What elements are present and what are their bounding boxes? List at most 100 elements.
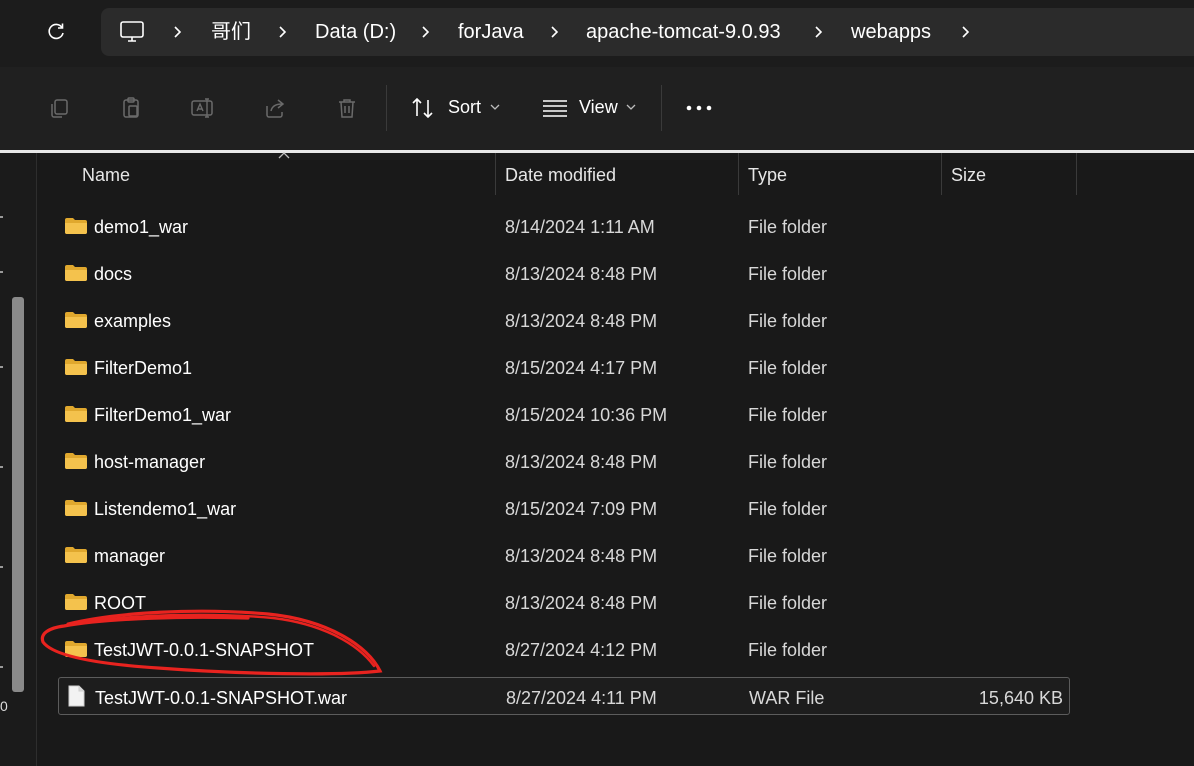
- refresh-button[interactable]: [38, 14, 74, 50]
- file-date-modified: 8/27/2024 4:12 PM: [505, 640, 658, 660]
- file-name: FilterDemo1: [94, 358, 193, 378]
- file-date-modified: 8/13/2024 8:48 PM: [505, 311, 658, 331]
- nav-tick: [0, 466, 3, 468]
- nav-tick: [0, 271, 3, 273]
- copy-button[interactable]: [44, 93, 74, 123]
- chevron-down-icon: [626, 104, 636, 110]
- folder-icon: [64, 310, 88, 330]
- column-divider[interactable]: [1076, 153, 1077, 195]
- folder-row[interactable]: ROOT 8/13/2024 8:48 PM File folder: [58, 583, 1070, 621]
- file-date-modified: 8/13/2024 8:48 PM: [505, 264, 658, 284]
- file-type: File folder: [748, 593, 828, 613]
- view-label: View: [579, 97, 618, 117]
- address-bar[interactable]: 哥们 Data (D:) forJava apache-tomcat-9.0.9…: [101, 8, 1194, 56]
- column-size-label: Size: [951, 165, 987, 185]
- paste-button[interactable]: [116, 93, 146, 123]
- file-name: TestJWT-0.0.1-SNAPSHOT: [94, 640, 315, 660]
- breadcrumb-item-webapps[interactable]: webapps: [851, 8, 931, 56]
- breadcrumb-item-forjava[interactable]: forJava: [458, 8, 524, 56]
- address-row: 哥们 Data (D:) forJava apache-tomcat-9.0.9…: [0, 0, 1194, 67]
- share-icon: [266, 99, 285, 118]
- column-header-size[interactable]: Size: [942, 153, 1076, 195]
- folder-icon: [64, 357, 88, 377]
- file-type: File folder: [748, 452, 828, 472]
- file-type: File folder: [748, 311, 828, 331]
- folder-row[interactable]: FilterDemo1_war 8/15/2024 10:36 PM File fo…: [58, 395, 1070, 433]
- toolbar-separator: [386, 85, 387, 131]
- navigation-pane[interactable]: [0, 153, 37, 766]
- breadcrumb-item-user[interactable]: 哥们: [211, 8, 251, 56]
- column-date-label: Date modified: [505, 165, 617, 185]
- folder-icon: [64, 263, 88, 283]
- file-icon: [67, 685, 91, 707]
- file-type: File folder: [748, 217, 828, 237]
- folder-row[interactable]: Listendemo1_war 8/15/2024 7:09 PM File fol…: [58, 489, 1070, 527]
- folder-row[interactable]: host-manager 8/13/2024 8:48 PM File folder: [58, 442, 1070, 480]
- file-type: File folder: [748, 264, 828, 284]
- breadcrumb-item-drive[interactable]: Data (D:): [315, 8, 396, 56]
- folder-row[interactable]: TestJWT-0.0.1-SNAPSHOT 8/27/2024 4:12 PM F…: [58, 630, 1070, 668]
- rename-button[interactable]: [188, 93, 218, 123]
- copy-icon: [51, 99, 68, 118]
- share-button[interactable]: [260, 93, 290, 123]
- command-bar: Sort View: [0, 67, 1194, 151]
- column-header-date[interactable]: Date modified: [496, 153, 738, 195]
- paste-icon: [123, 97, 139, 118]
- file-name: FilterDemo1_war: [94, 405, 232, 425]
- folder-row[interactable]: demo1_war 8/14/2024 1:11 AM File folder: [58, 207, 1070, 245]
- file-date-modified: 8/13/2024 8:48 PM: [505, 593, 658, 613]
- folder-row[interactable]: examples 8/13/2024 8:48 PM File folder: [58, 301, 1070, 339]
- delete-button[interactable]: [332, 93, 362, 123]
- file-name: ROOT: [94, 593, 146, 613]
- column-name-label: Name: [82, 165, 131, 185]
- refresh-icon: [48, 23, 64, 40]
- file-date-modified: 8/13/2024 8:48 PM: [505, 452, 658, 472]
- folder-row[interactable]: FilterDemo1 8/15/2024 4:17 PM File folder: [58, 348, 1070, 386]
- this-pc-icon[interactable]: [119, 20, 145, 44]
- more-options-button[interactable]: [684, 93, 714, 123]
- chevron-right-icon[interactable]: [548, 25, 562, 39]
- column-header-type[interactable]: Type: [739, 153, 941, 195]
- toolbar-separator: [661, 85, 662, 131]
- chevron-right-icon[interactable]: [171, 25, 185, 39]
- file-date-modified: 8/13/2024 8:48 PM: [505, 546, 658, 566]
- chevron-right-icon[interactable]: [419, 25, 433, 39]
- column-type-label: Type: [748, 165, 788, 185]
- file-type: File folder: [748, 640, 828, 660]
- nav-scrollbar-thumb[interactable]: [12, 297, 24, 692]
- column-header-name[interactable]: Name: [40, 153, 494, 195]
- chevron-right-icon[interactable]: [276, 25, 290, 39]
- sort-button[interactable]: Sort: [404, 85, 506, 131]
- file-name: Listendemo1_war: [94, 499, 237, 519]
- file-name: docs: [94, 264, 133, 284]
- breadcrumb-item-tomcat[interactable]: apache-tomcat-9.0.93: [586, 8, 781, 56]
- chevron-down-icon: [490, 104, 500, 110]
- file-name: examples: [94, 311, 172, 331]
- view-button[interactable]: View: [536, 85, 646, 131]
- more-icon: [686, 105, 712, 111]
- file-type: File folder: [748, 546, 828, 566]
- nav-tick: [0, 366, 3, 368]
- sort-label: Sort: [448, 97, 482, 117]
- folder-icon: [64, 639, 88, 659]
- file-date-modified: 8/27/2024 4:11 PM: [506, 688, 657, 708]
- folder-icon: [64, 404, 88, 424]
- view-icon: [543, 100, 567, 117]
- chevron-right-icon[interactable]: [812, 25, 826, 39]
- folder-icon: [64, 498, 88, 518]
- file-size: 15,640 KB: [978, 688, 1063, 708]
- rename-icon: [191, 98, 213, 118]
- nav-tick: [0, 566, 3, 568]
- folder-icon: [64, 451, 88, 471]
- file-type: File folder: [748, 405, 828, 425]
- delete-icon: [339, 99, 355, 118]
- chevron-right-icon[interactable]: [959, 25, 973, 39]
- file-name: manager: [94, 546, 166, 566]
- folder-icon: [64, 216, 88, 236]
- file-name: host-manager: [94, 452, 206, 472]
- nav-tick: [0, 216, 3, 218]
- folder-row[interactable]: manager 8/13/2024 8:48 PM File folder: [58, 536, 1070, 574]
- folder-row[interactable]: docs 8/13/2024 8:48 PM File folder: [58, 254, 1070, 292]
- file-row[interactable]: TestJWT-0.0.1-SNAPSHOT.war 8/27/2024 4:11…: [58, 677, 1070, 715]
- file-type: File folder: [748, 358, 828, 378]
